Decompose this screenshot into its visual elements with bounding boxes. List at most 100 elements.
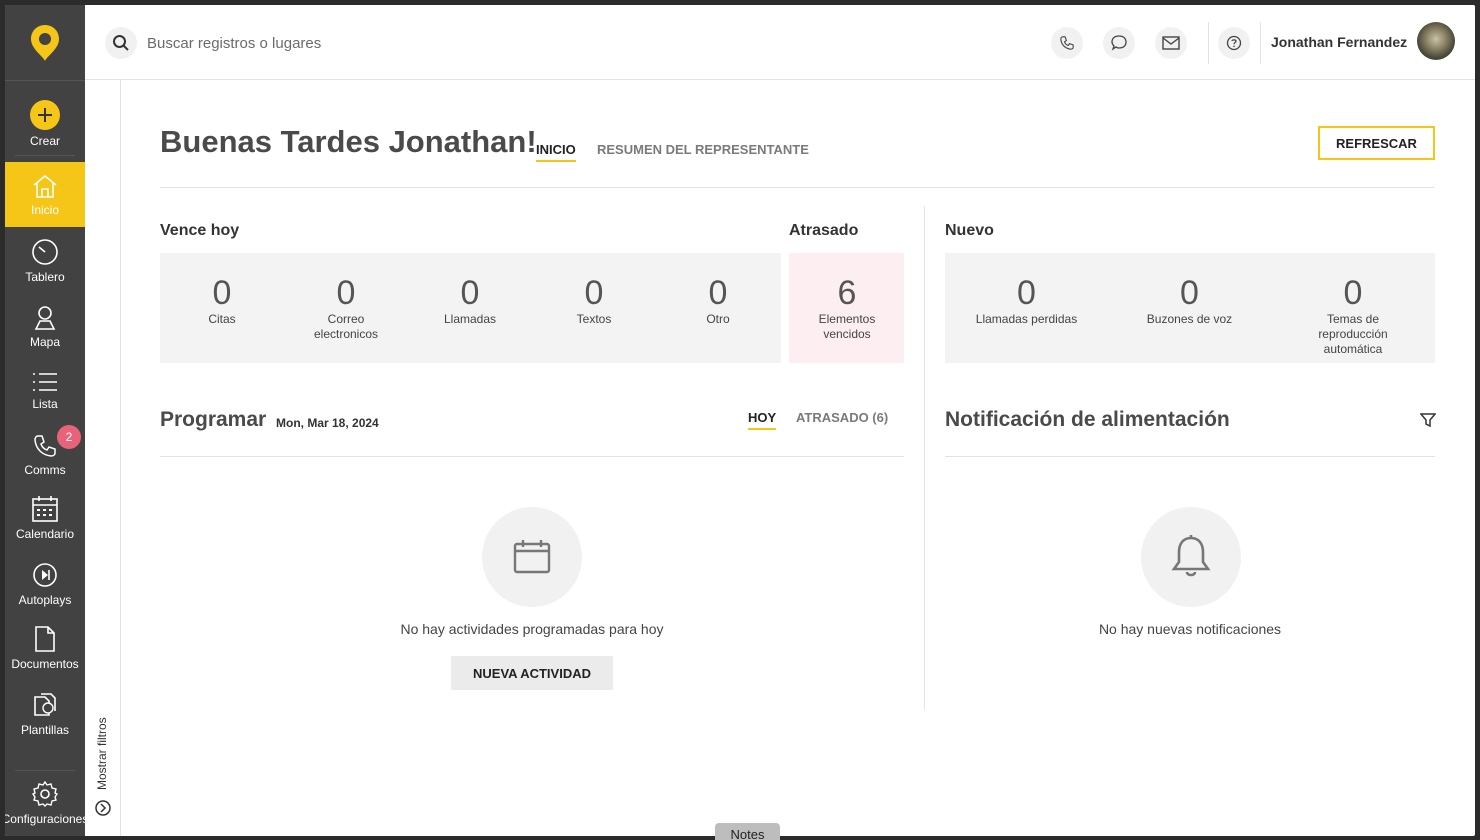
help-button[interactable] (1218, 27, 1250, 59)
stat-value: 0 (212, 274, 232, 312)
home-icon (33, 174, 57, 198)
comms-badge: 2 (57, 425, 81, 449)
sidebar: Crear Inicio Tablero Mapa Lista Comms 2 … (5, 5, 89, 836)
sidebar-item-inicio[interactable]: Inicio (5, 162, 85, 227)
phone-icon (34, 435, 56, 457)
overdue-panel: 6 Elementos vencidos (789, 253, 904, 363)
sidebar-item-label: Calendario (15, 527, 75, 541)
stat-citas[interactable]: 0 Citas (160, 275, 284, 327)
stat-label: Otro (706, 312, 730, 326)
tab-atrasado[interactable]: ATRASADO (6) (796, 410, 888, 428)
sidebar-item-label: Lista (32, 397, 58, 411)
chat-button[interactable] (1103, 27, 1135, 59)
feed-title: Notificación de alimentación (945, 408, 1230, 431)
new-panel: 0 Llamadas perdidas 0 Buzones de voz 0 T… (945, 253, 1435, 363)
main-content: Buenas Tardes Jonathan! INICIO RESUMEN D… (160, 80, 1436, 836)
stat-value: 0 (1017, 274, 1036, 312)
document-icon (35, 626, 55, 652)
column-divider (924, 206, 925, 710)
sidebar-divider (15, 770, 75, 771)
sidebar-item-lista[interactable]: Lista (5, 371, 85, 421)
stat-label: Llamadas perdidas (975, 312, 1078, 326)
show-filters-toggle[interactable]: Mostrar filtros (95, 717, 109, 790)
schedule-empty-text: No hay actividades programadas para hoy (400, 621, 664, 637)
stat-label: Elementos vencidos (818, 312, 876, 341)
due-today-panel: 0 Citas 0 Correo electronicos 0 Llamadas… (160, 253, 781, 363)
stat-label: Textos (576, 312, 612, 326)
stat-label: Temas de reproducción automática (1318, 312, 1388, 356)
map-person-icon (34, 306, 56, 330)
stat-value: 0 (708, 274, 728, 312)
templates-icon (34, 693, 56, 716)
search-button[interactable] (105, 27, 137, 59)
due-today-title: Vence hoy (160, 222, 240, 239)
stat-overdue[interactable]: 6 Elementos vencidos (785, 275, 909, 342)
tab-resumen-representante[interactable]: RESUMEN DEL REPRESENTANTE (597, 142, 809, 160)
bell-icon (1171, 535, 1211, 577)
sidebar-item-label: Documentos (11, 657, 79, 671)
divider (945, 456, 1435, 457)
help-icon (1226, 35, 1242, 51)
tab-hoy[interactable]: HOY (748, 410, 777, 430)
stat-value: 6 (837, 274, 857, 312)
sidebar-item-label: Configuraciones (5, 812, 89, 826)
filter-icon[interactable] (1420, 412, 1436, 428)
search-input[interactable] (147, 31, 647, 55)
divider (160, 456, 904, 457)
email-button[interactable] (1155, 27, 1187, 59)
page-title: Buenas Tardes Jonathan! (160, 124, 537, 159)
search-icon (113, 35, 129, 51)
sidebar-item-plantillas[interactable]: Plantillas (5, 691, 85, 741)
chevron-circle-icon[interactable] (94, 799, 112, 817)
sidebar-item-label: Plantillas (20, 723, 70, 737)
mail-icon (1162, 36, 1180, 50)
sidebar-item-autoplays[interactable]: Autoplays (5, 561, 85, 611)
schedule-title: Programar (160, 408, 267, 431)
plus-circle-icon (30, 100, 60, 130)
new-title: Nuevo (945, 222, 994, 239)
sidebar-item-label: Tablero (25, 270, 65, 284)
call-button[interactable] (1051, 27, 1083, 59)
stat-autoplay-topics[interactable]: 0 Temas de reproducción automática (1271, 275, 1435, 357)
schedule-empty-illustration (482, 507, 582, 607)
stat-textos[interactable]: 0 Textos (532, 275, 656, 327)
user-name[interactable]: Jonathan Fernandez (1271, 34, 1407, 50)
notes-tab[interactable]: Notes (715, 823, 780, 840)
top-header: Jonathan Fernandez (85, 5, 1475, 80)
stat-correos[interactable]: 0 Correo electronicos (284, 275, 408, 342)
sidebar-item-label: Crear (29, 134, 60, 148)
dashboard-gauge-icon (32, 239, 58, 265)
refresh-button[interactable]: REFRESCAR (1318, 126, 1435, 160)
new-activity-button[interactable]: NUEVA ACTIVIDAD (451, 656, 613, 690)
tab-inicio[interactable]: INICIO (536, 142, 576, 162)
sidebar-item-documentos[interactable]: Documentos (5, 625, 85, 675)
stat-missed-calls[interactable]: 0 Llamadas perdidas (945, 275, 1108, 327)
stat-voicemails[interactable]: 0 Buzones de voz (1108, 275, 1271, 327)
gear-icon (31, 780, 59, 807)
sidebar-item-calendario[interactable]: Calendario (5, 495, 85, 545)
app-window: Crear Inicio Tablero Mapa Lista Comms 2 … (5, 5, 1475, 836)
stat-value: 0 (336, 274, 356, 312)
calendar-icon (32, 496, 58, 522)
sidebar-item-crear[interactable]: Crear (5, 100, 85, 150)
list-icon (33, 373, 57, 391)
stat-value: 0 (460, 274, 480, 312)
phone-icon (1060, 36, 1074, 50)
avatar[interactable] (1417, 22, 1455, 60)
app-logo[interactable] (5, 5, 85, 81)
divider (160, 187, 1435, 188)
feed-empty-illustration (1141, 507, 1241, 607)
header-divider (1208, 22, 1209, 64)
chat-bubble-icon (1111, 35, 1127, 51)
logo-pin-icon (31, 24, 59, 61)
sidebar-item-label: Inicio (30, 203, 59, 217)
stat-label: Correo electronicos (313, 312, 379, 341)
sidebar-item-label: Mapa (29, 335, 61, 349)
stat-llamadas[interactable]: 0 Llamadas (408, 275, 532, 327)
sidebar-item-configuraciones[interactable]: Configuraciones (5, 780, 89, 835)
sidebar-item-mapa[interactable]: Mapa (5, 303, 85, 353)
stat-label: Llamadas (443, 312, 497, 326)
sidebar-item-tablero[interactable]: Tablero (5, 238, 85, 288)
autoplay-icon (33, 563, 57, 587)
stat-otro[interactable]: 0 Otro (656, 275, 780, 327)
